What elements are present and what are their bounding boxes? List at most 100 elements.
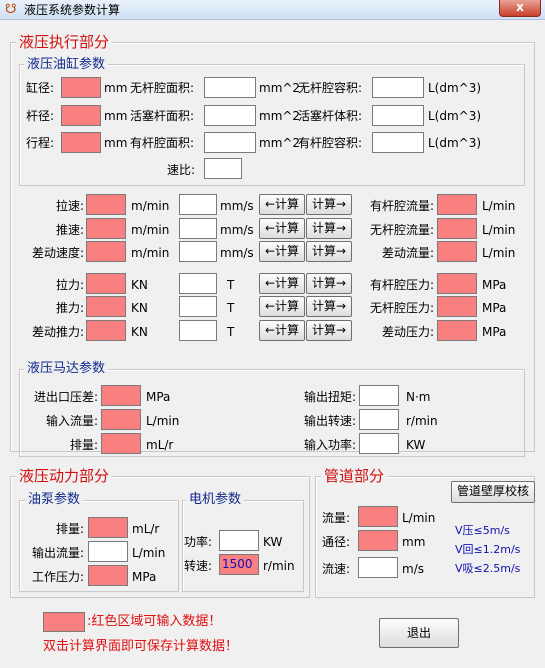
output-speed-unit: r/min: [406, 414, 438, 428]
rod-side-pressure-input[interactable]: [437, 273, 477, 294]
rodless-area-unit: mm^2: [259, 81, 301, 95]
motor-displacement-input[interactable]: [101, 433, 141, 454]
pull-force-calc-left-button[interactable]: ←计算: [259, 273, 305, 294]
push-force-calc-right-button[interactable]: 计算→: [306, 296, 352, 317]
pipe-velocity-unit: m/s: [402, 562, 424, 576]
push-speed-label: 推速:: [55, 223, 84, 237]
pump-params-title: 油泵参数: [25, 492, 84, 508]
pull-force-calc-right-button[interactable]: 计算→: [306, 273, 352, 294]
motor-displacement-unit: mL/r: [146, 438, 174, 452]
velocity-limit-return: V回≤1.2m/s: [455, 543, 521, 556]
bore-unit: mm: [104, 81, 128, 95]
rodless-flow-unit: L/min: [482, 223, 516, 237]
push-speed-unit2: mm/s: [220, 223, 254, 237]
pipe-diameter-unit: mm: [402, 535, 426, 549]
pipe-diameter-input[interactable]: [358, 530, 398, 551]
rod-input[interactable]: [61, 105, 101, 126]
input-flow-input[interactable]: [101, 409, 141, 430]
rod-side-flow-input[interactable]: [437, 194, 477, 215]
diff-flow-unit: L/min: [482, 246, 516, 260]
rod-side-pressure-unit: MPa: [482, 278, 507, 292]
diff-force-t-field[interactable]: [179, 320, 217, 341]
diff-flow-input[interactable]: [437, 241, 477, 262]
diff-speed-unit1: m/min: [131, 246, 170, 260]
cylinder-section-title: 液压执行部分: [16, 34, 113, 50]
pipe-flow-unit: L/min: [402, 511, 436, 525]
motor-power-unit: KW: [263, 535, 283, 549]
push-speed-calc-left-button[interactable]: ←计算: [259, 218, 305, 239]
diff-force-input[interactable]: [86, 320, 126, 341]
diff-force-unit1: KN: [131, 325, 148, 339]
pump-displacement-input[interactable]: [88, 517, 128, 538]
push-force-input[interactable]: [86, 296, 126, 317]
motor-speed-label: 转速:: [184, 559, 213, 573]
window-title: 液压系统参数计算: [24, 3, 121, 17]
stroke-input[interactable]: [61, 132, 101, 153]
output-torque-field[interactable]: [359, 385, 399, 406]
rodless-area-field[interactable]: [204, 77, 256, 98]
input-power-unit: KW: [406, 438, 426, 452]
power-section-title: 液压动力部分: [16, 468, 113, 484]
pull-speed-unit1: m/min: [131, 199, 170, 213]
pull-force-t-field[interactable]: [179, 273, 217, 294]
diff-force-calc-left-button[interactable]: ←计算: [259, 320, 305, 341]
diff-speed-calc-right-button[interactable]: 计算→: [306, 241, 352, 262]
diff-speed-label: 差动速度:: [31, 246, 84, 260]
pipe-velocity-field[interactable]: [358, 557, 398, 578]
push-speed-calc-right-button[interactable]: 计算→: [306, 218, 352, 239]
pump-output-flow-field[interactable]: [88, 541, 128, 562]
push-force-calc-left-button[interactable]: ←计算: [259, 296, 305, 317]
diff-force-calc-right-button[interactable]: 计算→: [306, 320, 352, 341]
motor-displacement-label: 排量:: [69, 438, 98, 452]
pull-speed-calc-right-button[interactable]: 计算→: [306, 194, 352, 215]
save-hint-text: 双击计算界面即可保存计算数据！: [43, 639, 239, 654]
rod-side-volume-field[interactable]: [372, 132, 424, 153]
diff-speed-input[interactable]: [86, 241, 126, 262]
pump-pressure-input[interactable]: [88, 565, 128, 586]
pressure-diff-label: 进出口压差:: [33, 390, 98, 404]
pull-speed-input[interactable]: [86, 194, 126, 215]
pressure-diff-input[interactable]: [101, 385, 141, 406]
pull-speed-mms-field[interactable]: [179, 194, 217, 215]
push-force-t-field[interactable]: [179, 296, 217, 317]
rod-volume-field[interactable]: [372, 105, 424, 126]
motor-speed-input[interactable]: 1500: [219, 554, 259, 575]
pull-speed-label: 拉速:: [55, 199, 84, 213]
rodless-area-label: 无杆腔面积:: [130, 81, 195, 95]
pull-speed-calc-left-button[interactable]: ←计算: [259, 194, 305, 215]
rod-volume-unit: L(dm^3): [428, 109, 482, 123]
input-flow-unit: L/min: [146, 414, 180, 428]
rod-area-label: 活塞杆面积:: [130, 109, 195, 123]
pull-force-input[interactable]: [86, 273, 126, 294]
bore-input[interactable]: [61, 77, 101, 98]
push-speed-mms-field[interactable]: [179, 218, 217, 239]
push-force-unit2: T: [227, 301, 235, 315]
rodless-pressure-input[interactable]: [437, 296, 477, 317]
push-speed-unit1: m/min: [131, 223, 170, 237]
rod-side-area-field[interactable]: [204, 132, 256, 153]
exit-button[interactable]: 退出: [379, 618, 459, 648]
rodless-pressure-unit: MPa: [482, 301, 507, 315]
legend-text: :红色区域可输入数据！: [87, 614, 222, 629]
diff-pressure-input[interactable]: [437, 320, 477, 341]
rod-side-area-label: 有杆腔面积:: [130, 136, 195, 150]
diff-force-label: 差动推力:: [31, 325, 84, 339]
push-speed-input[interactable]: [86, 218, 126, 239]
motor-power-field[interactable]: [219, 530, 259, 551]
rod-side-area-unit: mm^2: [259, 136, 301, 150]
output-speed-field[interactable]: [359, 409, 399, 430]
rod-side-flow-unit: L/min: [482, 199, 516, 213]
rod-side-volume-label: 有杆腔容积:: [298, 136, 363, 150]
rod-area-field[interactable]: [204, 105, 256, 126]
close-button[interactable]: x: [499, 0, 541, 17]
diff-speed-mms-field[interactable]: [179, 241, 217, 262]
diff-speed-calc-left-button[interactable]: ←计算: [259, 241, 305, 262]
rodless-flow-input[interactable]: [437, 218, 477, 239]
push-force-label: 推力:: [55, 301, 84, 315]
pipe-wall-check-button[interactable]: 管道壁厚校核: [451, 481, 535, 503]
pipe-flow-input[interactable]: [358, 506, 398, 527]
input-power-field[interactable]: [359, 433, 399, 454]
rodless-volume-field[interactable]: [372, 77, 424, 98]
rod-side-flow-label: 有杆腔流量:: [369, 199, 434, 213]
speed-ratio-field[interactable]: [204, 158, 242, 179]
